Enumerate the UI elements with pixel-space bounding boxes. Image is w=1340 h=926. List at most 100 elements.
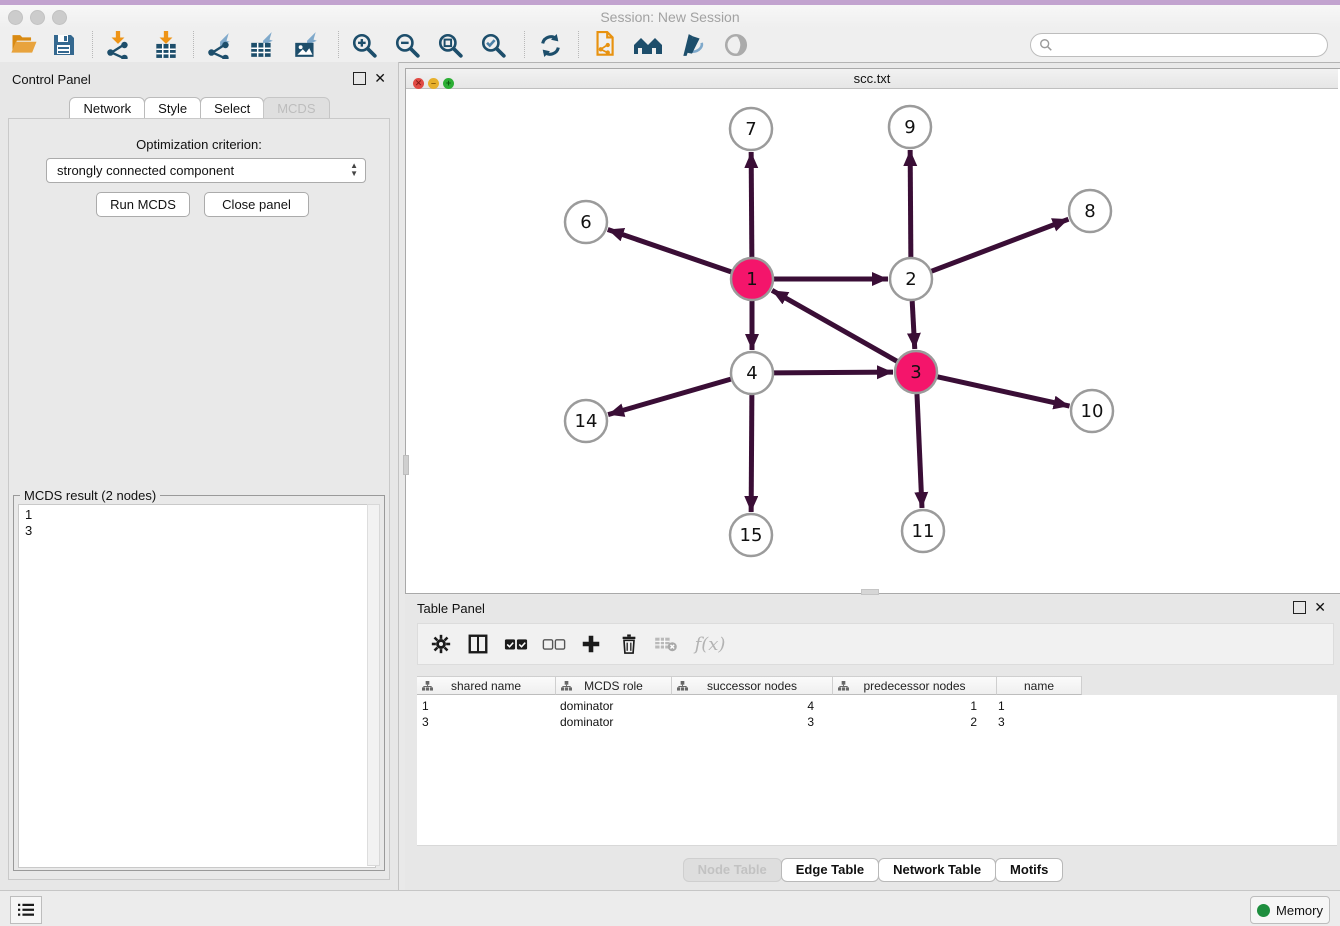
tab-network-table[interactable]: Network Table <box>878 858 996 882</box>
edge-4-3[interactable] <box>774 372 893 373</box>
show-hide-icon[interactable] <box>720 30 752 60</box>
save-session-icon[interactable] <box>48 30 80 60</box>
vertical-splitter-handle[interactable] <box>403 455 409 475</box>
close-panel-icon[interactable]: ✕ <box>1314 602 1326 613</box>
node-label: 7 <box>745 119 756 140</box>
float-panel-icon[interactable] <box>1293 601 1306 614</box>
application-window: Session: New Session <box>0 0 1340 926</box>
add-column-icon[interactable] <box>576 629 606 659</box>
node-9[interactable]: 9 <box>889 106 931 148</box>
refresh-icon[interactable] <box>534 30 566 60</box>
zoom-fit-icon[interactable] <box>434 30 466 60</box>
cell-shared_name[interactable]: 1 <box>422 698 429 714</box>
column-label: name <box>1024 679 1054 693</box>
cell-predecessor_nodes[interactable]: 2 <box>830 714 977 730</box>
cell-successor_nodes[interactable]: 3 <box>670 714 814 730</box>
edge-3-1[interactable] <box>772 290 897 361</box>
search-field[interactable] <box>1030 33 1328 57</box>
node-4[interactable]: 4 <box>731 352 773 394</box>
node-14[interactable]: 14 <box>565 400 607 442</box>
node-7[interactable]: 7 <box>730 108 772 150</box>
select-all-check-icon[interactable] <box>501 629 531 659</box>
export-network-icon[interactable] <box>203 30 235 60</box>
cell-name[interactable]: 3 <box>998 714 1005 730</box>
column-header-name[interactable]: name <box>997 676 1082 695</box>
edge-4-15[interactable] <box>751 395 752 512</box>
column-label: MCDS role <box>584 679 643 693</box>
cell-predecessor_nodes[interactable]: 1 <box>830 698 977 714</box>
tab-motifs[interactable]: Motifs <box>995 858 1063 882</box>
mcds-result-scrollbar[interactable] <box>367 504 380 866</box>
node-8[interactable]: 8 <box>1069 190 1111 232</box>
zoom-selected-icon[interactable] <box>477 30 509 60</box>
node-label: 8 <box>1084 201 1095 222</box>
column-header-shared-name[interactable]: shared name <box>417 676 556 695</box>
mcds-result-list[interactable]: 13 <box>18 504 376 868</box>
delete-table-icon[interactable] <box>651 629 681 659</box>
toolbar-separator <box>578 31 579 58</box>
network-graph-canvas[interactable]: 1 2 3 4 6 7 8 9 10 11 14 15 <box>406 89 1338 591</box>
mcds-result-group: MCDS result (2 nodes) 13 <box>13 495 385 871</box>
home-icon[interactable] <box>632 30 664 60</box>
criterion-dropdown[interactable]: strongly connected component ▲▼ <box>46 158 366 183</box>
edge-2-9[interactable] <box>910 150 911 257</box>
memory-button[interactable]: Memory <box>1250 896 1330 924</box>
toolbar-separator <box>193 31 194 58</box>
control-panel-title: Control Panel <box>12 72 91 87</box>
float-panel-icon[interactable] <box>353 72 366 85</box>
cell-mcds_role[interactable]: dominator <box>560 714 613 730</box>
close-panel-button[interactable]: Close panel <box>204 192 309 217</box>
run-mcds-button[interactable]: Run MCDS <box>96 192 190 217</box>
node-1[interactable]: 1 <box>731 258 773 300</box>
node-11[interactable]: 11 <box>902 510 944 552</box>
criterion-value: strongly connected component <box>57 163 234 178</box>
table-body[interactable]: 1dominator4113dominator323 <box>417 695 1337 846</box>
tab-node-table[interactable]: Node Table <box>683 858 782 882</box>
node-3[interactable]: 3 <box>895 351 937 393</box>
clone-network-icon[interactable] <box>588 30 620 60</box>
delete-column-icon[interactable] <box>614 629 644 659</box>
column-tree-icon <box>422 681 433 692</box>
node-10[interactable]: 10 <box>1071 390 1113 432</box>
task-history-button[interactable] <box>10 896 42 924</box>
search-input[interactable] <box>1058 37 1327 53</box>
cell-successor_nodes[interactable]: 4 <box>670 698 814 714</box>
edge-4-14[interactable] <box>608 379 731 415</box>
edge-2-8[interactable] <box>932 219 1069 271</box>
close-panel-icon[interactable]: ✕ <box>374 73 386 84</box>
function-builder-icon[interactable]: f(x) <box>690 629 730 659</box>
node-15[interactable]: 15 <box>730 514 772 556</box>
cell-mcds_role[interactable]: dominator <box>560 698 613 714</box>
edge-3-10[interactable] <box>937 377 1069 406</box>
title-bar: Session: New Session <box>0 5 1340 29</box>
edge-1-6[interactable] <box>608 229 731 271</box>
node-label: 3 <box>910 362 921 383</box>
import-table-icon[interactable] <box>150 30 182 60</box>
table-options-icon[interactable] <box>426 629 456 659</box>
network-window-title: scc.txt <box>406 71 1338 86</box>
apply-style-icon[interactable] <box>676 30 708 60</box>
open-session-icon[interactable] <box>8 30 40 60</box>
network-window-titlebar: ✕–+ scc.txt <box>406 69 1338 89</box>
node-6[interactable]: 6 <box>565 201 607 243</box>
column-header-MCDS-role[interactable]: MCDS role <box>556 676 672 695</box>
export-table-icon[interactable] <box>246 30 278 60</box>
tab-edge-table[interactable]: Edge Table <box>781 858 879 882</box>
show-column-icon[interactable] <box>463 629 493 659</box>
node-2[interactable]: 2 <box>890 258 932 300</box>
column-header-predecessor-nodes[interactable]: predecessor nodes <box>833 676 997 695</box>
cell-name[interactable]: 1 <box>998 698 1005 714</box>
deselect-all-check-icon[interactable] <box>539 629 569 659</box>
import-network-icon[interactable] <box>102 30 134 60</box>
control-panel: Control Panel ✕ NetworkStyleSelectMCDS O… <box>0 62 399 890</box>
memory-status-icon <box>1257 904 1270 917</box>
zoom-in-icon[interactable] <box>348 30 380 60</box>
column-header-successor-nodes[interactable]: successor nodes <box>672 676 833 695</box>
zoom-out-icon[interactable] <box>391 30 423 60</box>
edge-2-3[interactable] <box>912 301 915 349</box>
list-icon <box>17 902 35 918</box>
edge-1-7[interactable] <box>751 152 752 257</box>
cell-shared_name[interactable]: 3 <box>422 714 429 730</box>
export-image-icon[interactable] <box>290 30 322 60</box>
edge-3-11[interactable] <box>917 394 922 508</box>
